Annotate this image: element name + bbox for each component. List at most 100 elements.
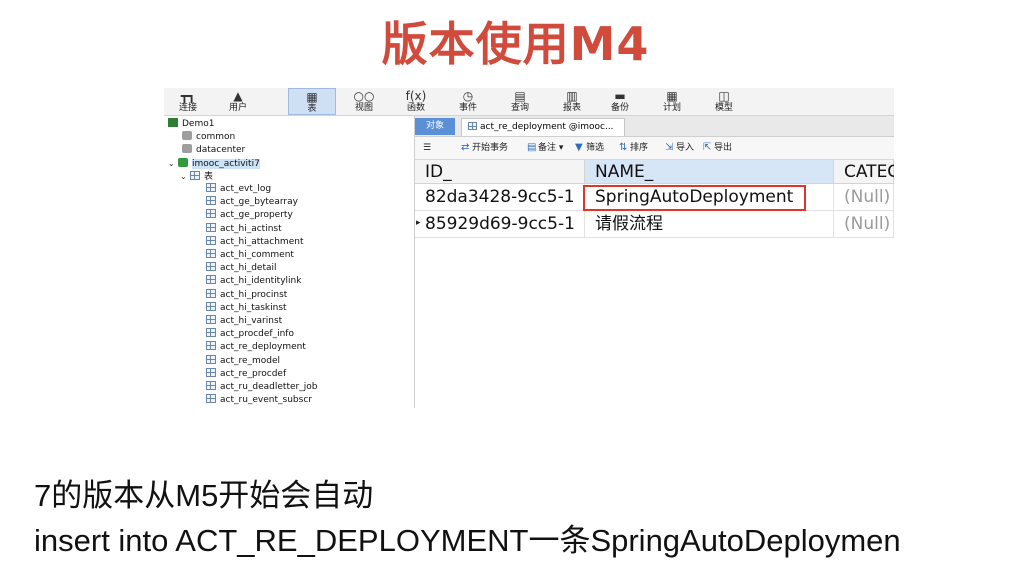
table-cell-category[interactable]: (Null): [834, 211, 894, 238]
connection-icon: [168, 118, 178, 127]
report-icon: ▥: [566, 89, 578, 103]
begin-transaction-button[interactable]: ⇄ 开始事务: [461, 141, 508, 155]
note-icon: ▤: [527, 142, 537, 153]
toolbar-connection-button[interactable]: ┳┓ 连接: [164, 88, 212, 115]
tree-table-label: act_hi_actinst: [220, 223, 282, 234]
tree-table-item[interactable]: act_hi_procinst: [206, 288, 288, 302]
tree-table-label: act_hi_detail: [220, 263, 277, 274]
import-button[interactable]: ⇲ 导入: [665, 141, 694, 155]
table-icon: [206, 275, 216, 285]
tree-table-item[interactable]: act_hi_varinst: [206, 315, 282, 328]
tab-bar: 对象 act_re_deployment @imooc...: [415, 116, 894, 137]
tree-table-label: act_hi_attachment: [220, 236, 304, 247]
object-tree: Demo1 common datacenter ⌄ imooc_activiti7…: [164, 116, 415, 408]
table-cell-category[interactable]: (Null): [834, 184, 894, 211]
toolbar-view-button[interactable]: ○○ 视图: [340, 88, 388, 115]
tab-objects[interactable]: 对象: [415, 118, 455, 135]
tree-table-item[interactable]: act_re_deployment: [206, 341, 306, 354]
function-icon: f(x): [405, 89, 427, 103]
toolbar-model-button[interactable]: ◫ 模型: [700, 88, 748, 115]
tree-table-item[interactable]: act_re_model: [206, 354, 281, 368]
backup-icon: ▬: [614, 89, 626, 103]
table-icon: [206, 249, 216, 258]
chevron-down-icon[interactable]: ⌄: [168, 157, 178, 170]
table-icon: [206, 196, 216, 206]
tree-table-item[interactable]: act_hi_identitylink: [206, 275, 301, 288]
chevron-down-icon[interactable]: ⌄: [180, 170, 190, 183]
tree-table-label: act_evt_log: [220, 184, 272, 194]
filter-button[interactable]: ▼ 筛选: [575, 141, 604, 155]
table-cell-id[interactable]: 82da3428-9cc5-1: [415, 184, 585, 211]
toolbar-query-button[interactable]: ▤ 查询: [496, 88, 544, 115]
column-header-category[interactable]: CATEG: [834, 160, 894, 184]
toolbar-schedule-button[interactable]: ▦ 计划: [648, 88, 696, 115]
tree-table-label: act_ge_property: [220, 210, 293, 221]
tree-table-label: act_hi_procinst: [220, 289, 288, 300]
tree-db-imooc-activiti7[interactable]: ⌄ imooc_activiti7: [168, 157, 260, 170]
tree-table-label: act_re_procdef: [220, 368, 287, 379]
database-icon: [182, 144, 192, 153]
query-icon: ▤: [514, 89, 526, 103]
table-icon: [206, 328, 216, 338]
tree-table-item[interactable]: act_ru_event_subscr: [206, 394, 312, 407]
tree-table-item[interactable]: act_hi_taskinst: [206, 301, 287, 315]
table-icon: [206, 288, 216, 298]
tree-connection[interactable]: Demo1: [168, 118, 214, 131]
note-button[interactable]: ▤ 备注 ▾: [527, 141, 563, 155]
table-icon: [206, 354, 216, 364]
tree-table-item[interactable]: act_hi_attachment: [206, 235, 304, 249]
tree-db-common[interactable]: common: [182, 131, 235, 144]
sort-icon: ⇅: [619, 142, 628, 153]
table-cell-id[interactable]: 85929d69-9cc5-1: [415, 211, 585, 238]
export-button[interactable]: ⇱ 导出: [703, 141, 732, 155]
toolbar-backup-button[interactable]: ▬ 备份: [596, 88, 644, 115]
tree-db-datacenter[interactable]: datacenter: [182, 144, 245, 157]
toolbar-function-button[interactable]: f(x) 函数: [392, 88, 440, 115]
table-icon: [206, 381, 216, 390]
import-icon: ⇲: [665, 142, 674, 153]
export-icon: ⇱: [703, 142, 712, 153]
table-icon: ▦: [306, 90, 318, 104]
model-icon: ◫: [718, 89, 730, 103]
toolbar-event-button[interactable]: ◷ 事件: [444, 88, 492, 115]
toolbar-table-button[interactable]: ▦ 表: [288, 88, 336, 115]
table-pane: 对象 act_re_deployment @imooc... ☰ ⇄ 开始事务 ▤…: [415, 116, 894, 408]
table-icon: [206, 341, 216, 351]
tree-table-item[interactable]: act_hi_detail: [206, 262, 277, 275]
table-icon: [206, 394, 216, 404]
tab-act-re-deployment[interactable]: act_re_deployment @imooc...: [461, 118, 625, 136]
tree-table-item[interactable]: act_hi_comment: [206, 249, 294, 262]
tree-table-item[interactable]: act_ge_property: [206, 209, 293, 222]
tree-table-item[interactable]: act_procdef_info: [206, 328, 294, 341]
database-icon: [182, 131, 192, 140]
tree-table-label: act_procdef_info: [220, 329, 294, 340]
table-icon: [206, 222, 216, 232]
user-icon: ▲: [233, 89, 243, 103]
sort-button[interactable]: ⇅ 排序: [619, 141, 648, 155]
tree-table-item[interactable]: act_evt_log: [206, 183, 271, 196]
caption-line-1: 7的版本从M5开始会自动: [34, 478, 374, 513]
table-icon: [206, 209, 216, 219]
tree-table-label: act_re_model: [220, 355, 281, 366]
table-icon: [206, 262, 216, 272]
main-toolbar: ┳┓ 连接 ▲ 用户 ▦ 表 ○○ 视图 f(x) 函数 ◷ 事件 ▤ 查询 ▥: [164, 88, 894, 116]
highlight-box: [583, 185, 806, 211]
tree-table-item[interactable]: act_ge_bytearray: [206, 196, 298, 209]
toolbar-report-button[interactable]: ▥ 报表: [548, 88, 596, 115]
event-icon: ◷: [462, 89, 474, 103]
tree-table-item[interactable]: act_hi_actinst: [206, 222, 282, 236]
tree-table-item[interactable]: act_ru_deadletter_job: [206, 381, 317, 394]
tree-tables-node[interactable]: ⌄ 表: [180, 170, 213, 183]
tree-table-label: act_hi_taskinst: [220, 302, 287, 313]
view-icon: ○○: [353, 89, 375, 103]
table-icon: [206, 315, 216, 324]
tree-table-item[interactable]: act_re_procdef: [206, 367, 287, 381]
table-toolbar: ☰ ⇄ 开始事务 ▤ 备注 ▾ ▼ 筛选 ⇅ 排序 ⇲ 导入 ⇱ 导出: [415, 137, 894, 160]
table-cell-name[interactable]: 请假流程: [585, 211, 834, 238]
menu-icon[interactable]: ☰: [423, 141, 431, 155]
column-header-name[interactable]: NAME_: [585, 160, 834, 184]
table-icon: [468, 122, 477, 130]
tree-table-label: act_hi_identitylink: [220, 276, 302, 287]
toolbar-user-button[interactable]: ▲ 用户: [214, 88, 262, 115]
column-header-id[interactable]: ID_: [415, 160, 585, 184]
